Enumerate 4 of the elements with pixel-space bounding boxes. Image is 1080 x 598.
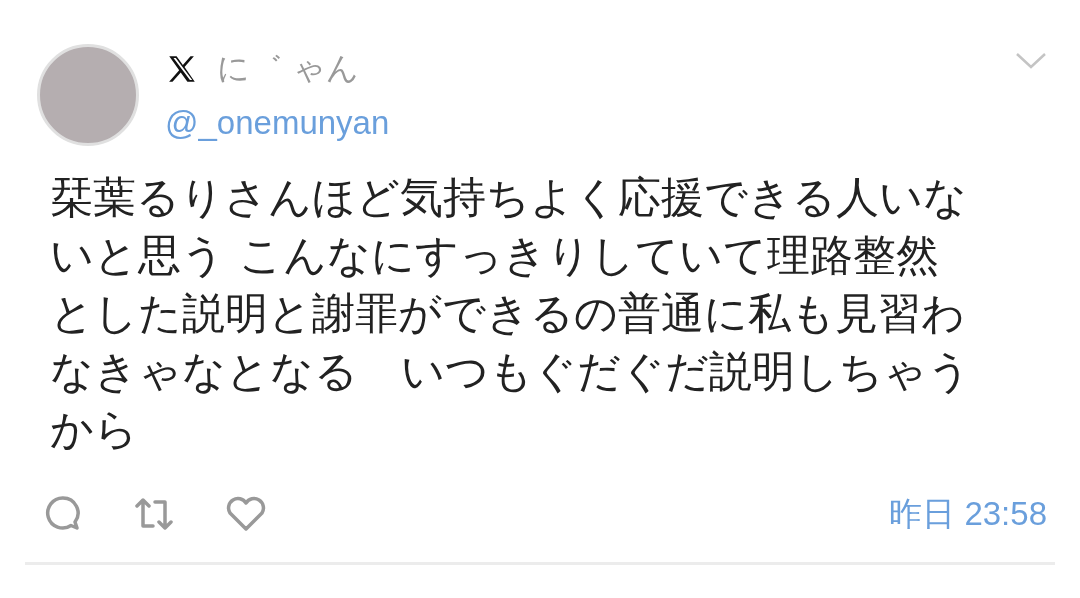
timestamp: 昨日 23:58 xyxy=(889,493,1047,534)
post-text: 栞葉るりさんほど気持ちよく応援できる人いないと思う こんなにすっきりしていて理路整然とした説明と謝罪ができるの普通に私も見習わなきゃなとなる いつもぐだぐだ説明しちゃうから xyxy=(50,171,972,456)
display-name: に゛ ゃん xyxy=(217,48,360,89)
user-handle[interactable]: @_onemunyan xyxy=(165,104,390,142)
